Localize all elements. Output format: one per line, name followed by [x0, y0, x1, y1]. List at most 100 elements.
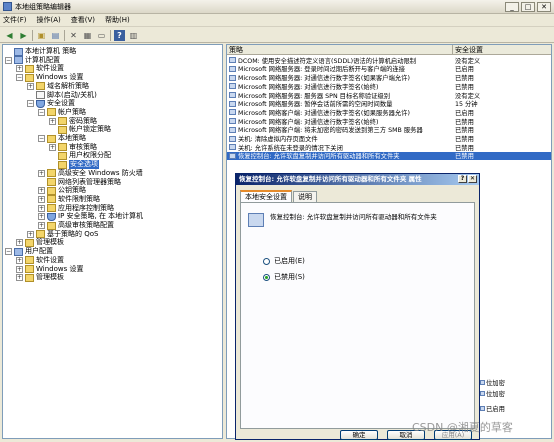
tree-node[interactable]: + 域名解析策略 — [27, 82, 89, 91]
policy-name: 关机: 允许系统在未登录的情况下关闭 — [238, 144, 343, 152]
policy-row[interactable]: Microsoft 网络服务器: 对通信进行数字签名(如果客户端允许) 已禁用 — [227, 73, 551, 82]
radio-disabled[interactable]: 已禁用(S) — [263, 272, 305, 282]
tree-node[interactable]: 帐户锁定策略 — [49, 125, 111, 134]
maximize-button[interactable]: □ — [521, 2, 535, 12]
show-hide-tree-icon[interactable]: ▤ — [50, 30, 61, 41]
policy-row[interactable]: Microsoft 网络客户端: 对通信进行数字签名(如果服务器允许) 已启用 — [227, 108, 551, 117]
ok-button[interactable]: 确定 — [340, 430, 378, 440]
folder-icon — [47, 204, 56, 213]
minimize-button[interactable]: _ — [505, 2, 519, 12]
up-folder-icon[interactable]: ▣ — [36, 30, 47, 41]
close-button[interactable]: ✕ — [537, 2, 551, 12]
radio-button-disabled[interactable] — [263, 273, 270, 281]
collapse-icon[interactable]: − — [27, 100, 34, 108]
tree-node[interactable]: + IP 安全策略, 在 本地计算机 — [38, 212, 143, 221]
watermark: CSDN @湘夏的草客 — [412, 421, 513, 434]
expand-icon[interactable]: + — [38, 213, 45, 221]
expand-icon[interactable]: + — [38, 204, 45, 212]
view-icon[interactable]: ▥ — [128, 30, 139, 41]
menu-help[interactable]: 帮助(H) — [105, 15, 130, 25]
shield-icon — [47, 212, 56, 221]
collapse-icon[interactable]: − — [38, 135, 45, 142]
policy-row[interactable]: 关机: 允许系统在未登录的情况下关闭 已禁用 — [227, 143, 551, 152]
tree-node[interactable]: 安全选项 — [49, 160, 99, 170]
forward-icon[interactable]: ▶ — [18, 30, 29, 41]
expand-icon[interactable]: + — [38, 187, 45, 195]
policy-setting: 15 分钟 — [455, 101, 478, 109]
radio-label-disabled: 已禁用(S) — [274, 273, 305, 281]
policy-row[interactable]: DCOM: 使用安全描述符定义语言(SDDL)语法的计算机启动限制 没有定义 — [227, 56, 551, 65]
tab-local-security-setting[interactable]: 本地安全设置 — [240, 190, 292, 202]
dialog-help-button[interactable]: ? — [458, 175, 467, 183]
tree-node[interactable]: + 软件限制策略 — [38, 195, 100, 204]
tree-node[interactable]: − 本地策略 — [38, 134, 86, 143]
help-icon[interactable]: ? — [114, 29, 125, 41]
tree-node[interactable]: + 高级安全 Windows 防火墙 — [38, 169, 143, 178]
radio-enabled[interactable]: 已启用(E) — [263, 256, 305, 266]
shield-icon — [36, 99, 45, 108]
collapse-icon[interactable]: − — [38, 108, 45, 116]
policy-row[interactable]: 关机: 清除虚拟内存页面文件 已禁用 — [227, 134, 551, 143]
tree-node[interactable]: + 高级审核策略配置 — [38, 221, 114, 230]
delete-icon[interactable]: ✕ — [68, 30, 79, 41]
dialog-close-button[interactable]: ✕ — [468, 175, 477, 183]
folder-icon — [36, 230, 45, 239]
expand-icon[interactable]: + — [38, 169, 45, 177]
tree-node[interactable]: − Windows 设置 — [16, 73, 83, 82]
policy-tree[interactable]: 本地计算机 策略 − 计算机配置 + 软件设置 − Windows 设置 + 域名解析策略 脚本(… — [2, 44, 223, 439]
policy-row[interactable]: Microsoft 网络服务器: 对通信进行数字签名(始终) 已禁用 — [227, 82, 551, 91]
tree-node[interactable]: + 公钥策略 — [38, 186, 86, 195]
column-header-setting[interactable]: 安全设置 — [453, 45, 551, 54]
title-bar: 本地组策略编辑器 _ □ ✕ — [0, 0, 554, 14]
policy-row[interactable]: 恢复控制台: 允许软盘复制并访问所有驱动器和所有文件夹 已禁用 — [227, 151, 551, 160]
window-controls: _ □ ✕ — [505, 2, 551, 12]
policy-row[interactable]: Microsoft 网络服务器: 暂停会话前所需的空闲时间数量 15 分钟 — [227, 100, 551, 109]
expand-icon[interactable]: + — [27, 230, 34, 238]
toolbar: ◀ ▶ ▣ ▤ ✕ ▦ ▭ ? ▥ — [0, 28, 554, 43]
expand-icon[interactable]: + — [49, 143, 56, 151]
tree-node[interactable]: − 用户配置 — [5, 247, 53, 256]
tree-node[interactable]: − 安全设置 — [27, 99, 75, 108]
column-header-policy[interactable]: 策略 — [227, 45, 453, 54]
expand-icon[interactable]: + — [49, 117, 56, 125]
tree-node[interactable]: + 软件设置 — [16, 256, 64, 265]
expand-icon[interactable]: + — [27, 82, 34, 90]
policy-name: Microsoft 网络服务器: 对通信进行数字签名(始终) — [238, 83, 379, 91]
tab-explain[interactable]: 说明 — [293, 191, 317, 202]
computer-icon — [14, 247, 23, 256]
folder-icon — [47, 221, 56, 230]
app-icon — [3, 2, 12, 11]
policy-icon — [229, 126, 236, 133]
tree-node[interactable]: − 帐户策略 — [38, 108, 86, 117]
folder-icon — [47, 186, 56, 195]
menu-file[interactable]: 文件(F) — [3, 15, 27, 25]
policy-row[interactable]: Microsoft 网络客户端: 将未加密的密码发送到第三方 SMB 服务器 已禁… — [227, 126, 551, 134]
menu-view[interactable]: 查看(V) — [71, 15, 95, 25]
policy-row[interactable]: Microsoft 网络客户端: 对通信进行数字签名(始终) 已禁用 — [227, 117, 551, 126]
tree-node-label: 本地计算机 策略 — [25, 47, 77, 55]
expand-icon[interactable]: + — [16, 265, 23, 273]
tree-node-label: 本地策略 — [58, 134, 86, 142]
expand-icon[interactable]: + — [16, 256, 23, 264]
properties-icon[interactable]: ▦ — [82, 30, 93, 41]
dialog-tabs: 本地安全设置 说明 — [240, 190, 318, 202]
collapse-icon[interactable]: − — [5, 56, 12, 64]
tree-node-label: Windows 设置 — [36, 73, 84, 82]
expand-icon[interactable]: + — [16, 274, 23, 282]
policy-row[interactable]: Microsoft 网络服务器: 登录时间过期后断开与客户端的连接 已启用 — [227, 65, 551, 73]
export-list-icon[interactable]: ▭ — [96, 30, 107, 41]
menu-action[interactable]: 操作(A) — [37, 15, 61, 25]
tree-node[interactable]: 本地计算机 策略 — [5, 47, 76, 56]
collapse-icon[interactable]: − — [16, 74, 23, 82]
policy-setting: 没有定义 — [455, 57, 481, 65]
policy-row[interactable]: Microsoft 网络服务器: 服务器 SPN 目标名称验证级别 没有定义 — [227, 91, 551, 100]
expand-icon[interactable]: + — [38, 195, 45, 203]
radio-button-enabled[interactable] — [263, 257, 270, 265]
back-icon[interactable]: ◀ — [4, 30, 15, 41]
expand-icon[interactable]: + — [16, 239, 23, 247]
collapse-icon[interactable]: − — [5, 248, 12, 256]
expand-icon[interactable]: + — [38, 222, 45, 229]
expand-icon[interactable]: + — [16, 65, 23, 73]
radio-label-enabled: 已启用(E) — [274, 257, 305, 265]
tree-node[interactable]: + 管理模板 — [16, 273, 64, 282]
